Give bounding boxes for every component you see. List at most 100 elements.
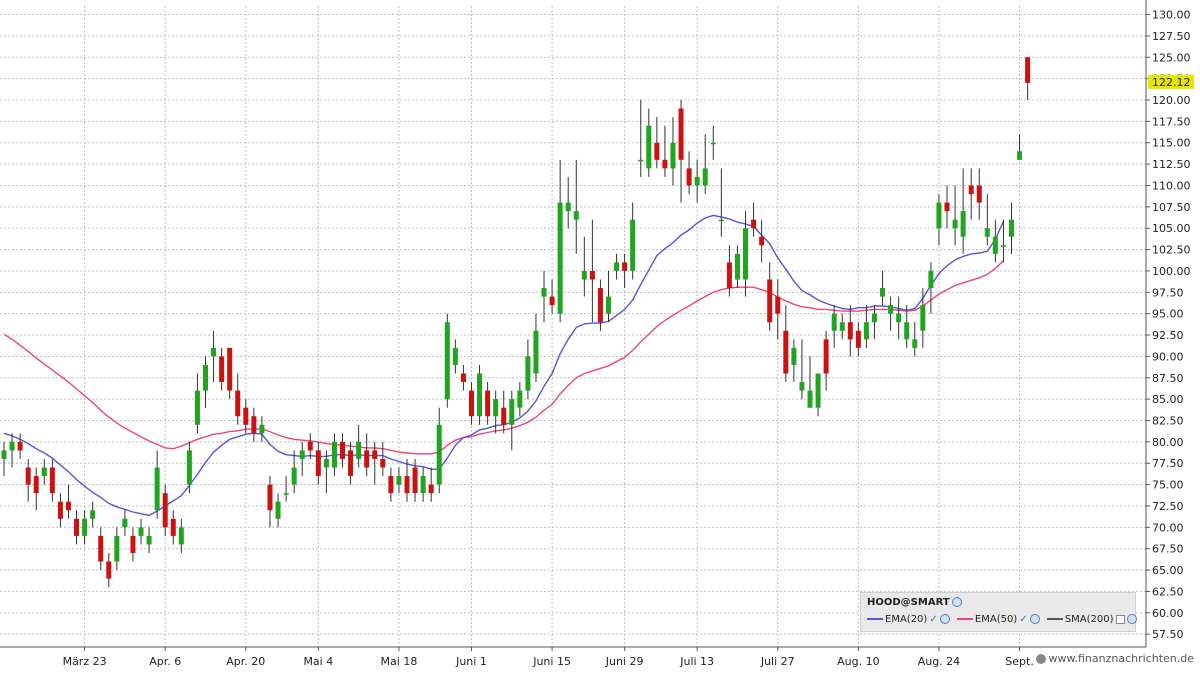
candle xyxy=(477,364,483,425)
candle-body xyxy=(460,373,466,383)
candle-body xyxy=(686,168,692,186)
candle xyxy=(219,347,225,391)
candle xyxy=(331,433,337,477)
candle xyxy=(589,219,595,323)
settings-icon[interactable] xyxy=(939,614,950,624)
chart-canvas: 57.50 60.00 62.50 65.00 67.50 70.00 72.50 75.00… xyxy=(0,0,1194,668)
settings-icon[interactable] xyxy=(1126,614,1137,624)
y-tick-label: 90.00 xyxy=(1152,350,1184,363)
candle xyxy=(936,194,942,246)
candle-body xyxy=(468,390,474,417)
candle-body xyxy=(364,450,370,468)
check-icon[interactable]: ✓ xyxy=(929,614,937,625)
candle-body xyxy=(815,373,821,408)
candle xyxy=(718,168,724,237)
candle xyxy=(734,245,740,289)
candle xyxy=(65,484,71,519)
legend-item-label: SMA(200) xyxy=(1064,614,1114,625)
settings-icon[interactable] xyxy=(951,597,962,607)
candle xyxy=(807,356,813,408)
candle-body xyxy=(525,356,531,391)
candle xyxy=(549,279,555,314)
x-tick-label: Juli 13 xyxy=(679,655,714,668)
candle xyxy=(194,373,200,434)
candle-body xyxy=(219,356,225,383)
candle-body xyxy=(871,313,877,323)
settings-icon[interactable] xyxy=(1029,614,1040,624)
candle xyxy=(710,125,716,160)
y-axis: 57.50 60.00 62.50 65.00 67.50 70.00 72.50 75.00… xyxy=(1145,0,1191,647)
y-tick-label: 105.00 xyxy=(1152,222,1191,235)
candle-body xyxy=(589,270,595,280)
candle-body xyxy=(880,288,886,297)
candle xyxy=(702,134,708,195)
candle-body xyxy=(678,108,684,160)
candle xyxy=(630,202,636,280)
legend-item-ema50[interactable]: EMA(50) ✓ xyxy=(956,614,1040,625)
legend-item-label: EMA(20) xyxy=(885,614,928,625)
candle xyxy=(678,100,684,203)
check-icon[interactable]: ✓ xyxy=(1019,614,1027,625)
candle xyxy=(968,168,974,220)
candle xyxy=(912,322,918,357)
candle xyxy=(815,373,821,417)
candle-body xyxy=(710,142,716,145)
candle xyxy=(896,296,902,340)
candle xyxy=(662,125,668,177)
y-tick-label: 77.50 xyxy=(1152,457,1184,470)
candle xyxy=(227,347,233,400)
candle xyxy=(275,493,281,528)
candle-body xyxy=(485,390,491,417)
candle xyxy=(428,467,434,502)
candle-body xyxy=(638,159,644,162)
legend-item-sma200[interactable]: SMA(200) xyxy=(1046,614,1137,625)
candle-body xyxy=(557,202,563,314)
candle xyxy=(952,185,958,246)
x-tick-label: Juli 27 xyxy=(760,655,795,668)
candle xyxy=(525,339,531,400)
candle-body xyxy=(517,390,523,408)
candle xyxy=(1025,57,1031,101)
candle xyxy=(25,458,31,502)
candle-body xyxy=(1009,219,1014,237)
candle-body xyxy=(17,441,23,451)
candle xyxy=(493,390,499,434)
legend: HOOD@SMART EMA(20) ✓ EMA(50) ✓ SMA(200) xyxy=(860,592,1137,632)
legend-item-ema20[interactable]: EMA(20) ✓ xyxy=(867,614,950,625)
candle-body xyxy=(194,390,200,425)
candle xyxy=(340,433,346,468)
candle xyxy=(114,527,120,571)
candle-body xyxy=(259,424,265,434)
x-tick-label: Apr. 6 xyxy=(149,655,181,668)
y-tick-label: 85.00 xyxy=(1152,393,1184,406)
y-tick-label: 117.50 xyxy=(1152,115,1191,128)
checkbox-icon[interactable] xyxy=(1115,614,1125,624)
last-price-marker: 122.12 xyxy=(1148,74,1194,89)
candle xyxy=(420,467,426,502)
x-tick-label: Mai 4 xyxy=(303,655,333,668)
candle xyxy=(130,527,136,562)
candle-body xyxy=(211,347,217,357)
candle-body xyxy=(992,236,998,254)
candle xyxy=(106,552,112,588)
y-tick-label: 125.00 xyxy=(1152,51,1191,64)
candle xyxy=(863,305,869,348)
candle xyxy=(517,382,523,417)
candle xyxy=(49,458,55,502)
candle-body xyxy=(888,305,894,314)
candle xyxy=(33,467,39,511)
candle xyxy=(211,330,217,383)
candle-body xyxy=(904,322,910,340)
candle-body xyxy=(106,561,112,579)
candle-body xyxy=(412,467,418,494)
candle xyxy=(122,510,128,536)
candle-body xyxy=(944,202,950,212)
candle xyxy=(17,433,23,459)
candle xyxy=(9,433,15,468)
candle xyxy=(380,441,386,477)
candle xyxy=(638,100,644,177)
candle-body xyxy=(65,501,71,511)
candle xyxy=(444,313,450,408)
y-tick-label: 112.50 xyxy=(1152,158,1191,171)
candle-body xyxy=(775,296,781,314)
